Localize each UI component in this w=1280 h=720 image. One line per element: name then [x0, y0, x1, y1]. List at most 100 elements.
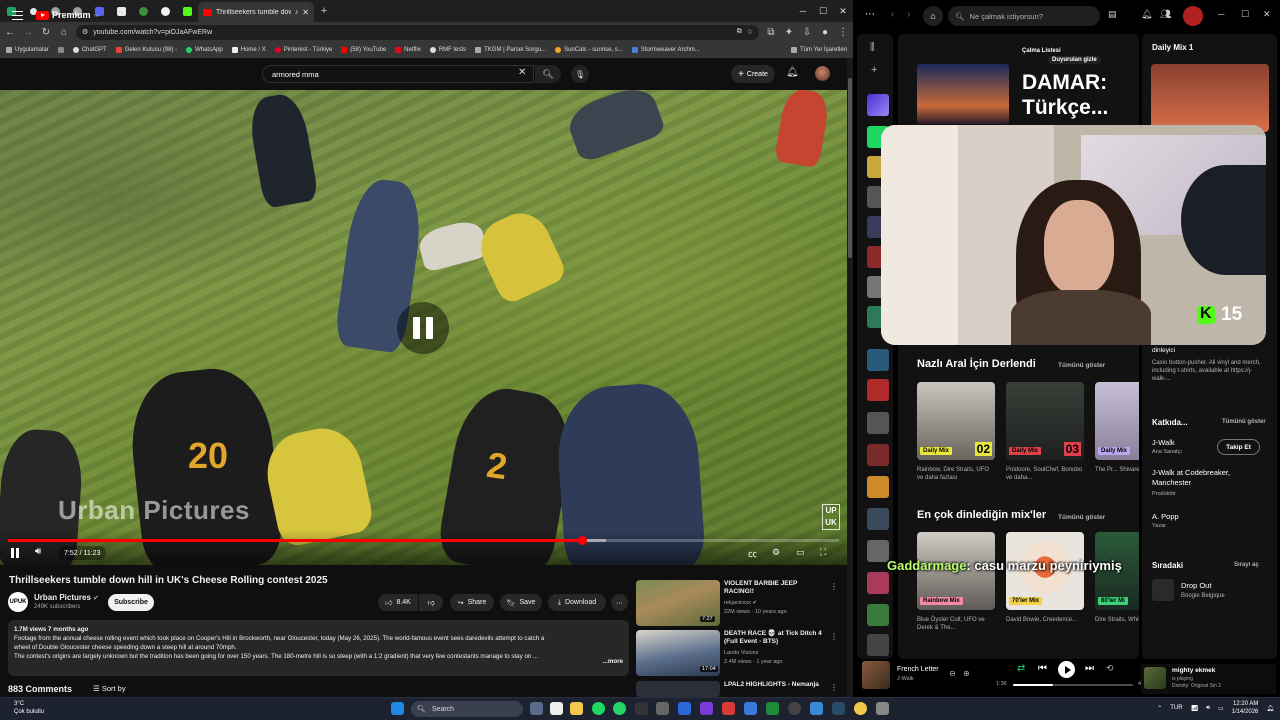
taskbar-search[interactable]: 🔍︎ Search: [411, 701, 523, 717]
current-track-artwork[interactable]: [862, 661, 890, 689]
credits-show-all[interactable]: Tümünü göster: [1222, 419, 1266, 425]
bookmark-star-icon[interactable]: ☆: [747, 28, 753, 36]
maximize-button[interactable]: ☐: [813, 0, 833, 22]
all-bookmarks[interactable]: Tüm Yer İşaretleri: [790, 42, 847, 58]
library-item[interactable]: [867, 379, 889, 401]
bookmark-whatsapp[interactable]: WhatsApp: [186, 47, 223, 53]
credit-artist[interactable]: J-Walk: [1152, 438, 1175, 447]
spotify-search-input[interactable]: 🔍︎ Ne çalmak istiyorsun?: [948, 6, 1100, 26]
app-icon[interactable]: [810, 702, 823, 715]
credit-artist[interactable]: J-Walk at Codebreaker, Manchester: [1152, 468, 1270, 488]
new-tab-button[interactable]: +: [314, 5, 334, 17]
spotify-menu-icon[interactable]: ⋯: [865, 9, 875, 20]
video-player[interactable]: 20 2 Urban Pictures UP UK: [0, 90, 847, 565]
next-icon[interactable]: ⏭︎: [1085, 663, 1094, 674]
account-avatar[interactable]: [815, 66, 830, 81]
tab-youtube-active[interactable]: Thrillseekers tumble down ♪ ✕: [198, 2, 314, 22]
video-thumbnail[interactable]: [636, 681, 720, 697]
mix-card[interactable]: 70'ler Mix David Bowie, Creedence...: [1006, 532, 1084, 624]
theater-mode-icon[interactable]: ▭: [796, 547, 805, 558]
repeat-icon[interactable]: ⟲: [1106, 663, 1114, 674]
subscribe-button[interactable]: Subscribe: [108, 594, 154, 611]
notifications-bell-icon[interactable]: 🔔︎: [786, 67, 799, 78]
game-notification[interactable]: mighty ekmek is playing Divinity: Origin…: [1141, 664, 1276, 694]
url-text[interactable]: youtube.com/watch?v=piOJaAFwERw: [93, 29, 731, 36]
more-actions-button[interactable]: ⋯: [611, 594, 628, 611]
minimize-button[interactable]: ─: [1218, 9, 1224, 19]
follow-button[interactable]: Takip Et: [1217, 439, 1260, 455]
volume-icon[interactable]: 🔊︎: [1206, 705, 1210, 712]
queue-artwork[interactable]: [1152, 579, 1174, 601]
dislike-button[interactable]: 👎︎: [419, 594, 443, 611]
share-button[interactable]: ↪ Share: [450, 594, 494, 611]
browse-icon[interactable]: ▤: [1108, 9, 1117, 20]
library-item[interactable]: [867, 540, 889, 562]
recommended-title[interactable]: LPAL2 HIGHLIGHTS - Nemanja: [724, 681, 824, 689]
tab-generic-3[interactable]: [110, 0, 132, 22]
battery-icon[interactable]: ▭: [1218, 705, 1224, 712]
app-icon[interactable]: [744, 702, 757, 715]
close-window-button[interactable]: ✕: [833, 0, 853, 22]
shuffle-icon[interactable]: ⇄: [1017, 663, 1025, 674]
channel-avatar[interactable]: UP UK: [8, 592, 28, 612]
bookmark-x[interactable]: Home / X: [231, 47, 266, 53]
recommended-video[interactable]: 17:04 DEATH RACE 💀 at Tick Ditch 4 (Full…: [636, 630, 841, 676]
recommended-channel[interactable]: Lando Visionz: [724, 650, 758, 656]
credit-artist[interactable]: A. Popp: [1152, 512, 1179, 521]
sort-comments-button[interactable]: ☰ Sort by: [93, 684, 126, 693]
extension-icon[interactable]: ⧉: [765, 27, 777, 38]
chrome-taskbar-icon[interactable]: [854, 702, 867, 715]
pause-button[interactable]: [11, 548, 21, 558]
back-icon[interactable]: ‹: [891, 9, 894, 20]
tab-github[interactable]: [154, 0, 176, 22]
search-button[interactable]: 🔍︎: [535, 65, 561, 83]
bookmark-suncalc[interactable]: SunCalc - sunrise, s...: [555, 47, 623, 53]
captions-icon[interactable]: ㏄: [748, 547, 757, 560]
app-icon[interactable]: [722, 702, 735, 715]
more-options-icon[interactable]: ⋮: [830, 683, 838, 692]
profile-icon[interactable]: ●: [819, 27, 831, 38]
back-icon[interactable]: ←: [4, 27, 16, 38]
library-item[interactable]: [867, 444, 889, 466]
clock[interactable]: 12:20 AM 1/14/2026: [1232, 700, 1259, 716]
recommended-channel[interactable]: rekjavicxxx ✔: [724, 600, 757, 606]
bookmark-chatgpt[interactable]: ChatGPT: [72, 47, 107, 53]
close-tab-icon[interactable]: ✕: [302, 8, 309, 17]
bookmark-gmail[interactable]: Gelen Kutusu (98) -: [115, 47, 177, 53]
minimize-button[interactable]: ─: [793, 0, 813, 22]
app-icon[interactable]: [656, 702, 669, 715]
save-button[interactable]: 🔖︎ Save: [500, 594, 542, 611]
like-button[interactable]: 👍︎ 8.4K: [378, 594, 418, 611]
more-options-icon[interactable]: ⋮: [830, 582, 838, 591]
task-view-icon[interactable]: [530, 702, 543, 715]
friend-activity-icon[interactable]: 👥︎: [1160, 9, 1171, 20]
featured-hide-label[interactable]: Duyurulan gizle: [1048, 56, 1101, 64]
more-options-icon[interactable]: ⋮: [830, 632, 838, 641]
bookmark-pinterest[interactable]: Pinterest - Türkiye: [274, 47, 332, 53]
address-bar[interactable]: ⚙ youtube.com/watch?v=piOJaAFwERw ⧉ ☆: [76, 24, 759, 40]
fullscreen-icon[interactable]: ⛶: [820, 547, 826, 558]
remove-from-liked-icon[interactable]: ⊖: [949, 669, 956, 678]
bookmark-netflix[interactable]: Netflix: [395, 47, 421, 53]
home-icon[interactable]: ⌂: [58, 27, 70, 38]
recommended-video[interactable]: 7:27 VIOLENT BARBIE JEEP RACING!! rekjav…: [636, 580, 841, 626]
section-title[interactable]: En çok dinlediğin mix'ler: [917, 509, 1046, 521]
app-icon[interactable]: [876, 702, 889, 715]
chrome-menu-icon[interactable]: ⋮: [837, 27, 849, 38]
tab-generic-4[interactable]: [132, 0, 154, 22]
app-icon[interactable]: [678, 702, 691, 715]
app-icon[interactable]: [832, 702, 845, 715]
profile-avatar[interactable]: [1183, 6, 1203, 26]
add-to-playlist-icon[interactable]: ⊕: [963, 669, 970, 678]
show-all-link[interactable]: Tümünü göster: [1058, 362, 1105, 369]
library-icon[interactable]: ⫼: [870, 42, 875, 53]
bookmark-rmf[interactable]: RMF tests: [429, 47, 466, 53]
mix-card[interactable]: Rainbow Mix Blue Öyster Cult, UFO ve Der…: [917, 532, 995, 632]
whatsapp-taskbar-icon[interactable]: [613, 702, 626, 715]
site-info-icon[interactable]: ⚙: [82, 28, 88, 36]
library-item[interactable]: [867, 349, 889, 371]
close-button[interactable]: ✕: [1263, 9, 1271, 20]
bookmark-grid-icon[interactable]: [57, 47, 64, 53]
bookmark-stormweaver[interactable]: Stormweaver Archm...: [631, 47, 700, 53]
reload-icon[interactable]: ↻: [40, 27, 52, 38]
